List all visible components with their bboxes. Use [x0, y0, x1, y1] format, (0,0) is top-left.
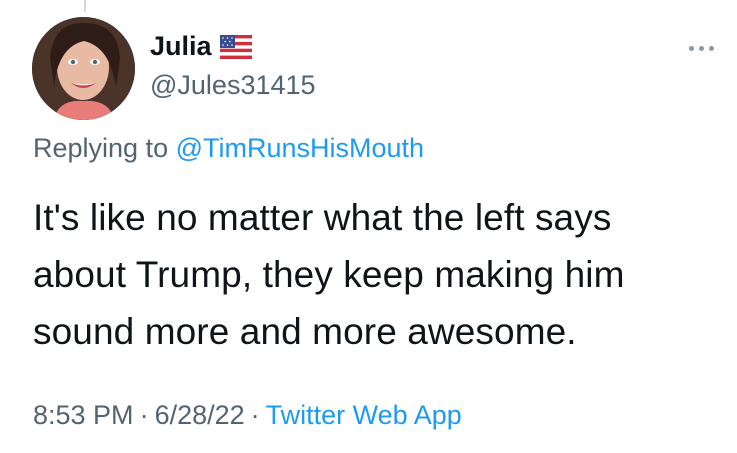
more-options-button[interactable] [681, 38, 721, 58]
more-dot-icon [698, 45, 704, 51]
more-dot-icon [688, 45, 694, 51]
more-dot-icon [708, 45, 714, 51]
tweet-source-link[interactable]: Twitter Web App [266, 400, 462, 430]
thread-connector-line [84, 0, 86, 12]
tweet-card: Julia @Jules31415 Replying to @TimRunsHi… [0, 0, 737, 453]
tweet-metadata: 8:53 PM · 6/28/22 · Twitter Web App [33, 402, 462, 429]
tweet-text-line: sound more and more awesome. [33, 311, 577, 352]
tweet-text-line: about Trump, they keep making him [33, 254, 625, 295]
author-name-row[interactable]: Julia [150, 33, 252, 60]
author-display-name[interactable]: Julia [150, 33, 212, 60]
reply-target-link[interactable]: @TimRunsHisMouth [176, 133, 424, 163]
tweet-text-line: It's like no matter what the left says [33, 197, 612, 238]
us-flag-icon [219, 34, 252, 59]
meta-separator: · [250, 400, 260, 430]
replying-to-line: Replying to @TimRunsHisMouth [33, 135, 424, 162]
avatar[interactable] [32, 17, 135, 120]
tweet-time-link[interactable]: 8:53 PM [33, 400, 134, 430]
tweet-date-link[interactable]: 6/28/22 [155, 400, 245, 430]
replying-to-label: Replying to [33, 133, 176, 163]
meta-separator: · [139, 400, 149, 430]
tweet-text: It's like no matter what the left says a… [33, 189, 723, 360]
author-handle[interactable]: @Jules31415 [150, 72, 316, 99]
avatar-photo [32, 17, 135, 120]
